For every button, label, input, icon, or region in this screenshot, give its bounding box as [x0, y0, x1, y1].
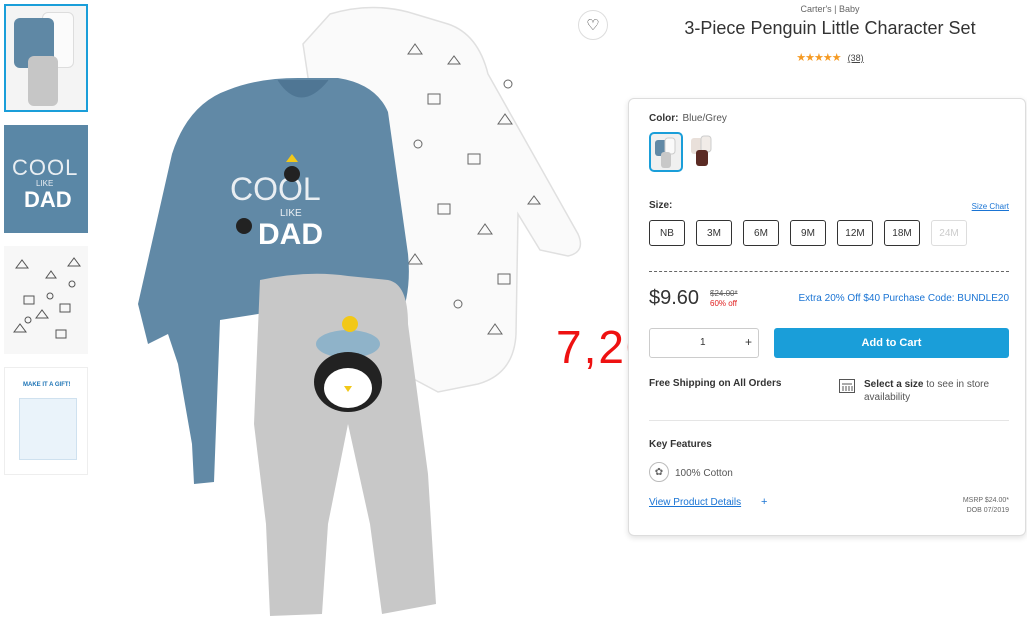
main-product-image: COOL LIKE DAD [108, 4, 614, 634]
quantity-value[interactable]: 1 [700, 337, 706, 348]
msrp-text: MSRP $24.00* [962, 497, 1009, 504]
size-12m[interactable]: 12M [837, 220, 873, 246]
thumbnail-outfit[interactable] [4, 4, 88, 112]
product-title: 3-Piece Penguin Little Character Set [684, 18, 976, 38]
thumb-grey-pants [28, 56, 58, 106]
size-options: NB 3M 6M 9M 12M 18M 24M [649, 220, 967, 246]
cotton-icon: ✿ [649, 462, 669, 482]
store-availability-bold: Select a size [864, 379, 924, 390]
thumb-dad-text: DAD [24, 187, 72, 212]
product-illustration: COOL LIKE DAD [138, 6, 582, 616]
gift-text: MAKE IT A GIFT! [23, 382, 71, 388]
favorite-button[interactable]: ♡ [578, 10, 608, 40]
swatch-blue-grey-image [655, 137, 676, 168]
swatch-alternate-image [691, 135, 712, 166]
bodysuit-dad-text: DAD [258, 218, 323, 251]
promo-code-text: Extra 20% Off $40 Purchase Code: BUNDLE2… [798, 293, 1009, 304]
discount-percent: 60% off [710, 299, 737, 308]
size-3m[interactable]: 3M [696, 220, 732, 246]
store-icon-graphic [842, 383, 853, 391]
color-label-text: Color: [649, 113, 679, 124]
thumbnail-pattern[interactable] [4, 246, 88, 354]
store-availability: Select a size to see in store availabili… [864, 378, 1014, 404]
heart-icon: ♡ [586, 17, 600, 34]
gift-box [19, 398, 77, 460]
size-nb[interactable]: NB [649, 220, 685, 246]
quantity-plus-button[interactable]: + [745, 335, 752, 349]
msrp-info: MSRP $24.00* DOB 07/2019 [963, 496, 1009, 516]
purchase-card: Color: Blue/Grey Size: Size Chart NB 3M 6… [628, 98, 1026, 536]
sale-price: $9.60 [649, 287, 700, 309]
bodysuit-cool-text: COOL [230, 171, 321, 207]
size-label: Size: [649, 200, 673, 211]
features-divider [649, 420, 1009, 421]
brand-breadcrumb[interactable]: Carter's | Baby [630, 4, 1027, 14]
add-to-cart-button[interactable]: Add to Cart [774, 328, 1009, 358]
dob-text: DOB 07/2019 [966, 507, 1009, 514]
original-price: $24.00* [710, 289, 738, 298]
thumbnail-graphic[interactable]: COOL LIKE DAD [4, 125, 88, 233]
size-24m-unavailable: 24M [931, 220, 967, 246]
rating-row: ★★★★★ (38) [630, 51, 1027, 64]
thumb-cool-text: COOL [12, 155, 79, 180]
quantity-stepper[interactable]: 1 + [649, 328, 759, 358]
thumbnail-gift-box[interactable]: MAKE IT A GIFT! [4, 367, 88, 475]
view-product-details-link[interactable]: View Product Details [649, 497, 741, 508]
color-value: Blue/Grey [682, 113, 727, 124]
free-shipping-text: Free Shipping on All Orders [649, 378, 782, 389]
thumbnail-strip: COOL LIKE DAD MAKE IT A GIFT! [4, 4, 92, 488]
size-chart-link[interactable]: Size Chart [972, 202, 1009, 211]
size-9m[interactable]: 9M [790, 220, 826, 246]
key-features-heading: Key Features [649, 439, 712, 450]
color-label: Color: Blue/Grey [649, 113, 727, 124]
pattern-icons [13, 257, 81, 339]
swatch-blue-grey[interactable] [649, 132, 683, 172]
star-rating-icon: ★★★★★ [796, 52, 841, 64]
expand-plus-icon[interactable]: + [761, 496, 767, 508]
price-divider [649, 271, 1009, 272]
review-count-link[interactable]: (38) [848, 53, 864, 63]
size-6m[interactable]: 6M [743, 220, 779, 246]
size-18m[interactable]: 18M [884, 220, 920, 246]
feature-cotton: 100% Cotton [675, 468, 733, 479]
swatch-alternate[interactable] [687, 132, 721, 172]
store-icon [839, 379, 855, 393]
